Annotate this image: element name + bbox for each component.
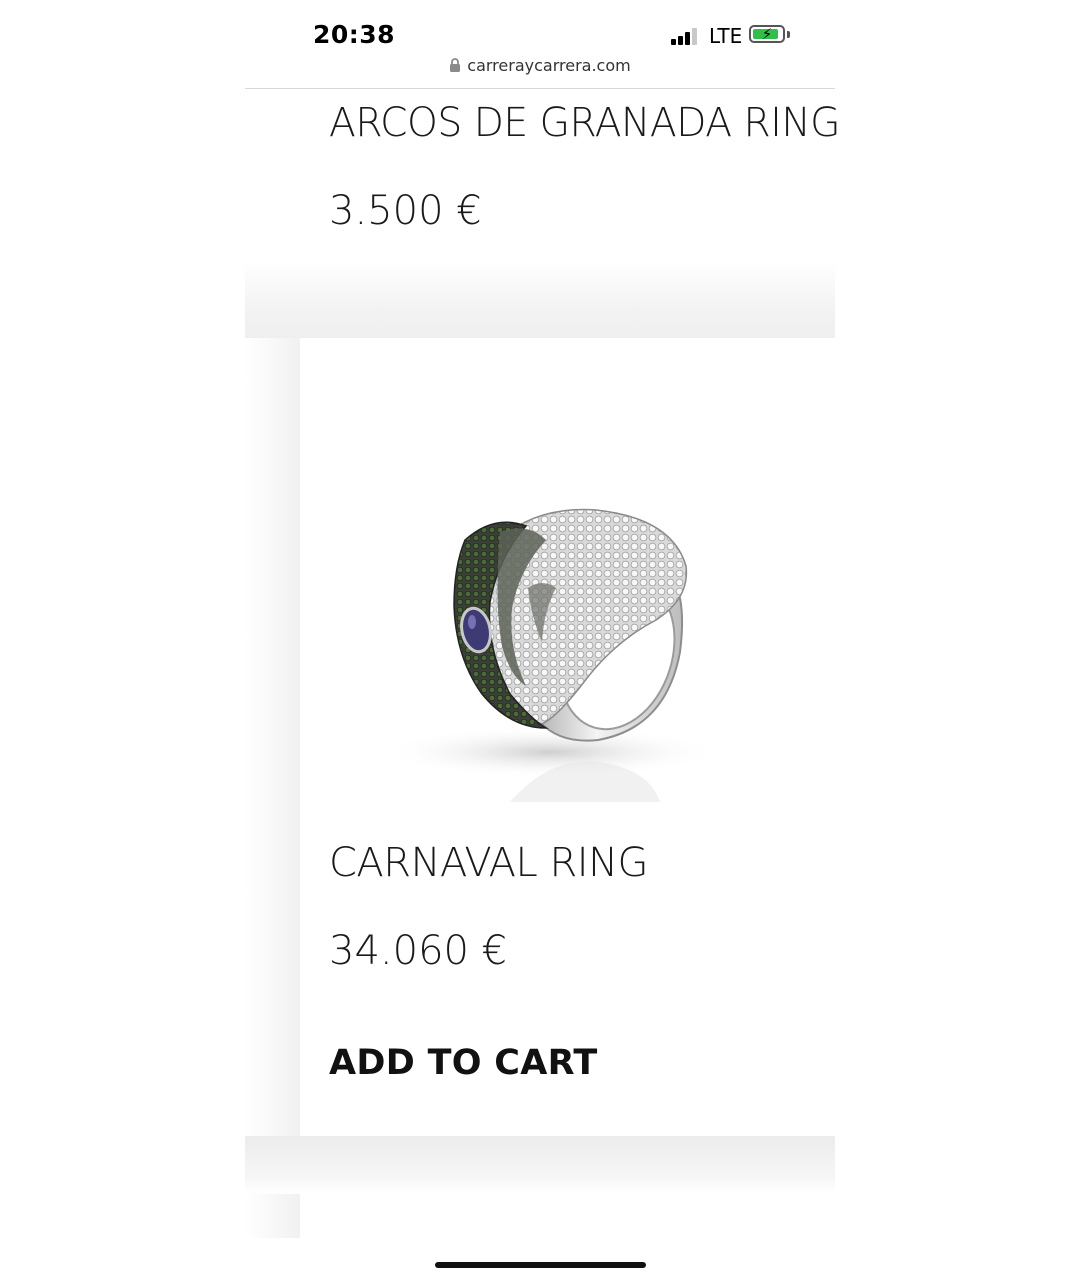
address-divider	[245, 88, 835, 89]
product-title-arcos[interactable]: ARCOS DE GRANADA RING	[329, 100, 841, 146]
charging-bolt-icon: ⚡	[761, 25, 773, 43]
card-shadow-bottom	[245, 1136, 835, 1194]
card-shadow-left	[245, 338, 300, 1238]
product-title-carnaval[interactable]: CARNAVAL RING	[329, 840, 649, 886]
network-type-label: LTE	[709, 24, 743, 48]
lock-icon	[450, 58, 461, 72]
card-shadow-top	[245, 262, 835, 338]
battery-icon: ⚡	[749, 25, 785, 43]
battery-nub	[787, 31, 790, 38]
product-price-carnaval: 34.060 €	[329, 928, 508, 974]
add-to-cart-button[interactable]: ADD TO CART	[329, 1043, 598, 1083]
home-indicator[interactable]	[435, 1262, 646, 1268]
address-bar[interactable]: carreraycarrera.com	[245, 56, 835, 86]
status-time: 20:38	[313, 20, 396, 49]
url-text: carreraycarrera.com	[467, 56, 631, 75]
signal-strength-icon	[671, 27, 701, 45]
product-price-arcos: 3.500 €	[329, 188, 482, 234]
ring-product-image[interactable]	[360, 470, 760, 810]
